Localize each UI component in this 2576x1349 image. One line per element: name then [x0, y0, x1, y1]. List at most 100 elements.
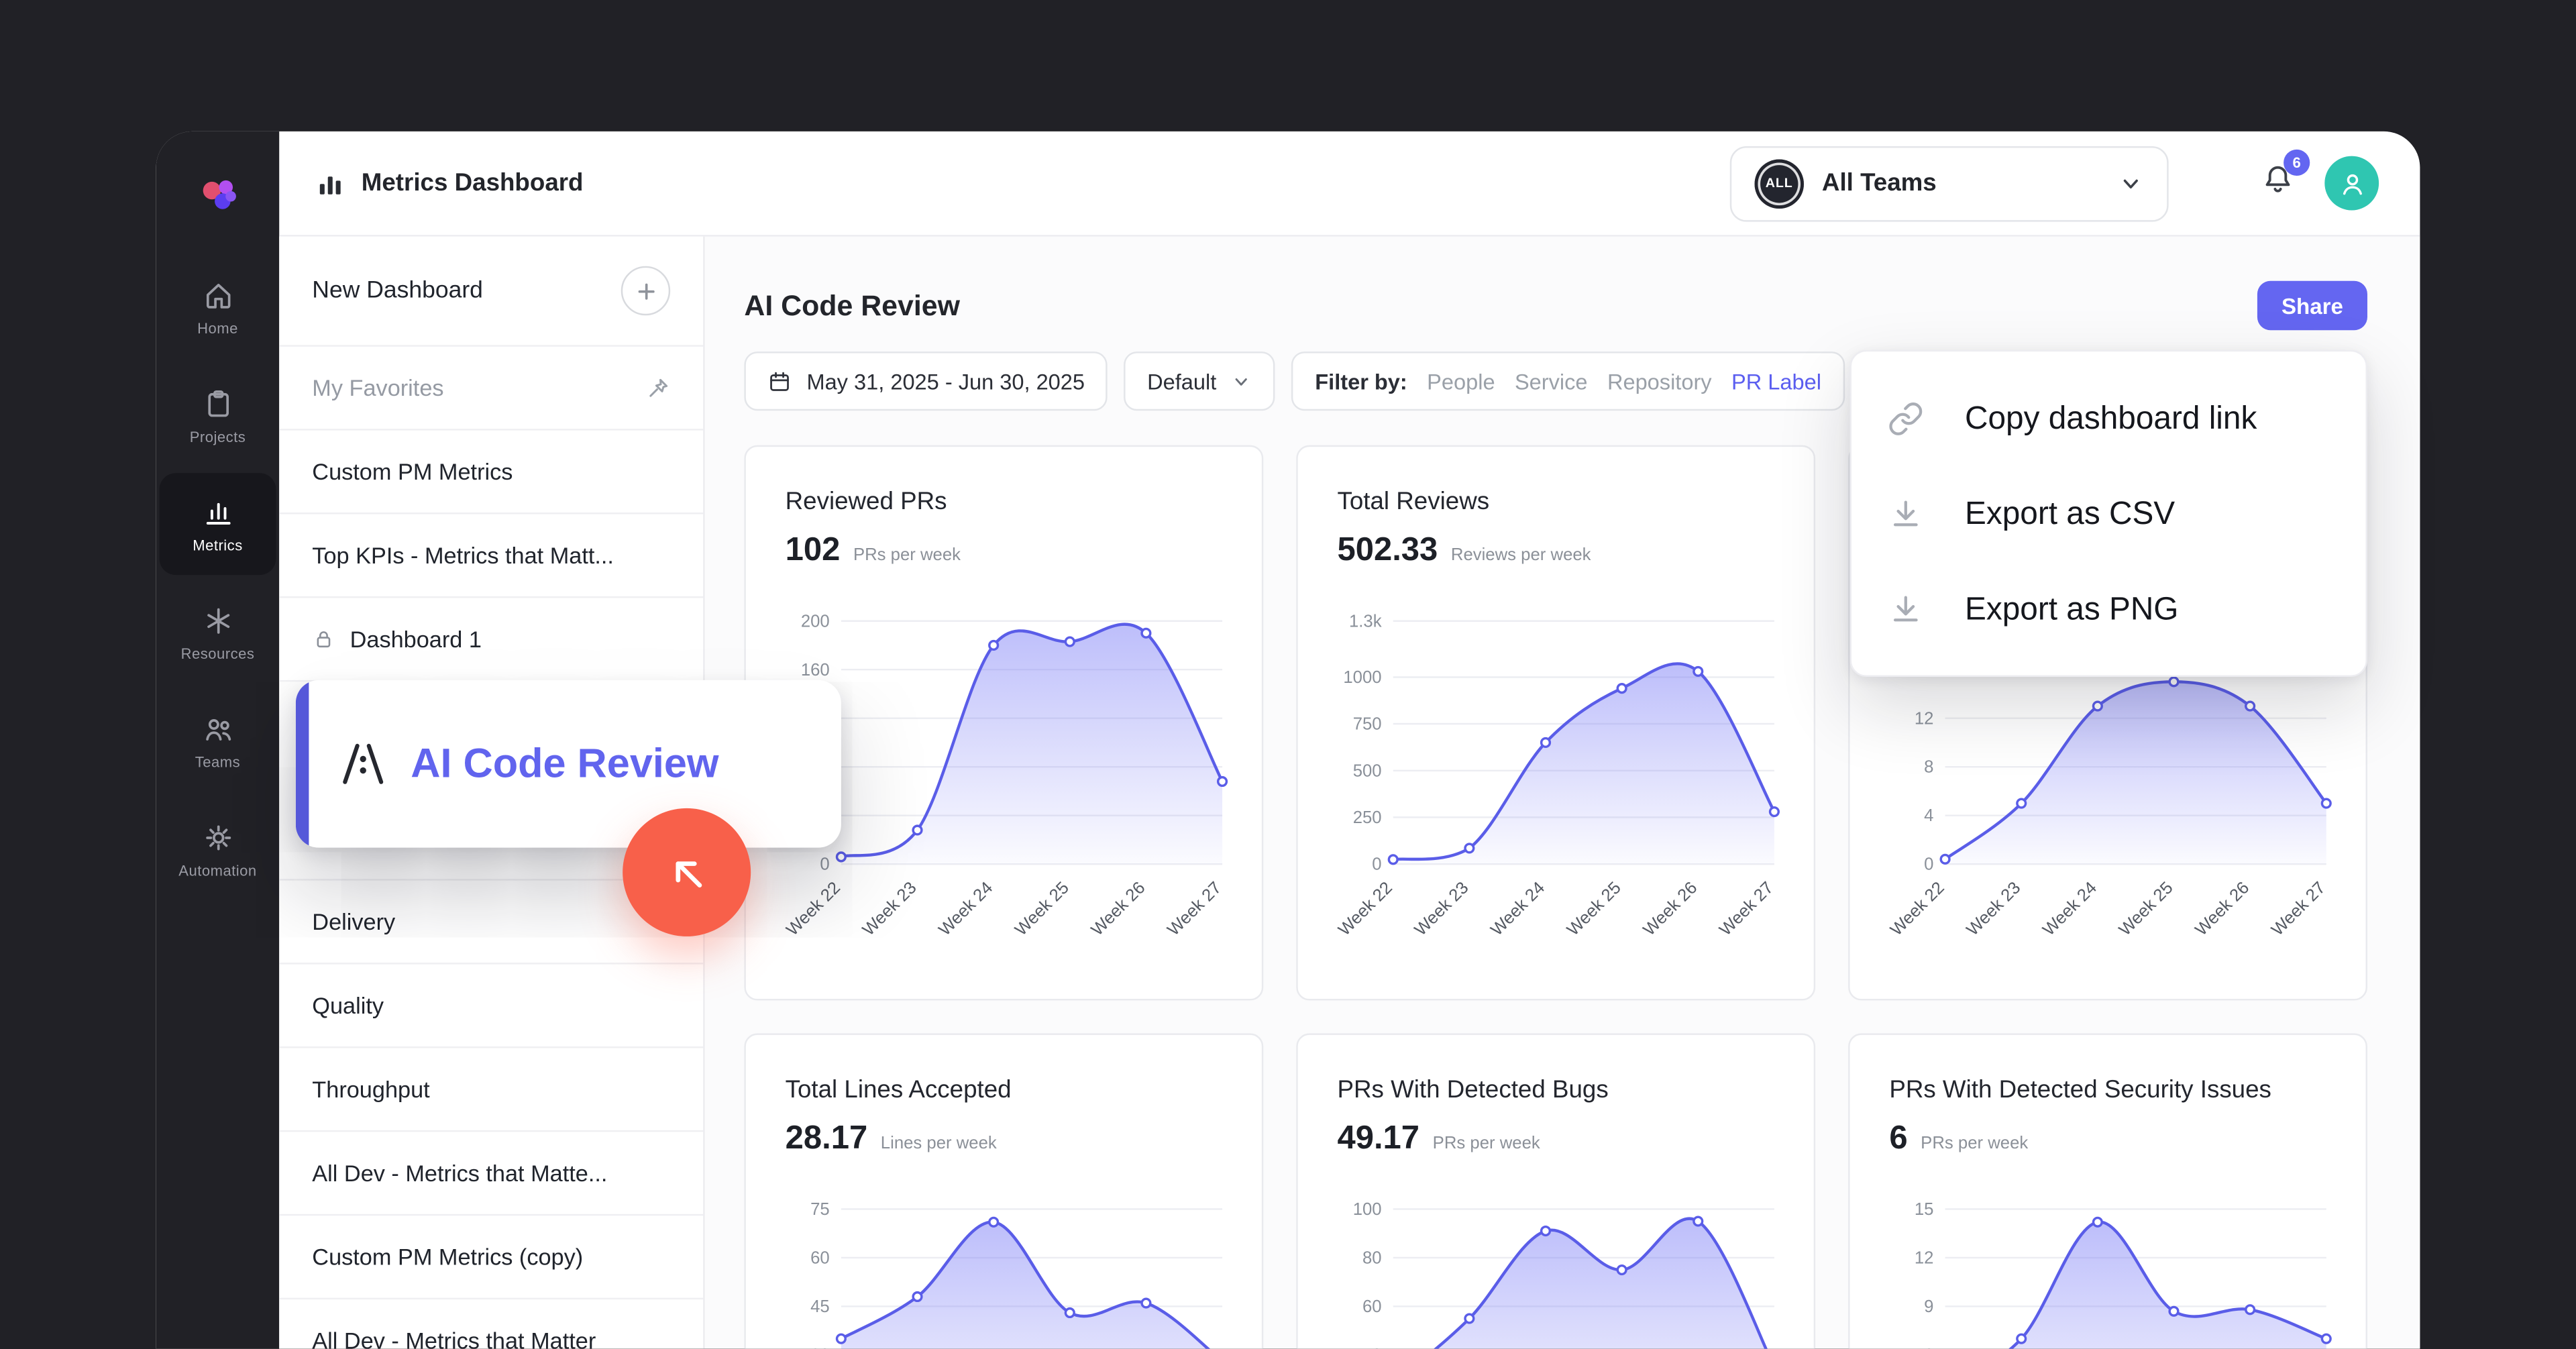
- chart-value: 49.17: [1337, 1120, 1419, 1158]
- ai-code-review-card[interactable]: AI Code Review: [296, 680, 841, 848]
- sidebar-item-label: Metrics: [193, 537, 242, 553]
- sidebar-item-metrics[interactable]: Metrics: [160, 473, 276, 575]
- filter-bar: Filter by: People Service Repository PR …: [1292, 352, 1844, 411]
- svg-text:60: 60: [810, 1249, 830, 1268]
- app-title: Metrics Dashboard: [362, 169, 584, 197]
- chart-title: Reviewed PRs: [786, 486, 1222, 518]
- chart-card-prs-detected-bugs: PRs With Detected Bugs 49.17 PRs per wee…: [1296, 1033, 1815, 1348]
- filter-option-service[interactable]: Service: [1515, 369, 1588, 394]
- svg-text:8: 8: [1924, 758, 1933, 777]
- svg-text:Week 23: Week 23: [859, 878, 920, 939]
- dashboard-item-label: Quality: [312, 992, 384, 1018]
- avatar[interactable]: [2324, 156, 2379, 211]
- sidebar-item-resources[interactable]: Resources: [160, 582, 276, 684]
- new-dashboard-row[interactable]: New Dashboard: [279, 237, 703, 345]
- share-dropdown-menu: Copy dashboard link Export as CSV Export…: [1850, 350, 2367, 677]
- ai-card-label: AI Code Review: [411, 740, 718, 788]
- link-icon: [1888, 401, 1924, 437]
- svg-text:0: 0: [1372, 855, 1381, 874]
- svg-text:Week 26: Week 26: [2192, 878, 2253, 939]
- svg-text:160: 160: [801, 661, 830, 680]
- dashboard-item-label: Dashboard 1: [350, 626, 482, 652]
- pin-icon: [645, 376, 670, 400]
- teams-icon: [201, 712, 234, 745]
- sidebar-item-label: Home: [197, 319, 238, 335]
- screen: Home Projects Metrics Resources: [0, 0, 2576, 1349]
- area-chart-svg: 20016012080400Week 22Week 23Week 24Week …: [786, 604, 1232, 956]
- main-header-row: AI Code Review Share: [744, 281, 2367, 330]
- svg-text:60: 60: [1362, 1297, 1382, 1316]
- menu-item-label: Copy dashboard link: [1965, 400, 2257, 437]
- sidebar-item-automation[interactable]: Automation: [160, 798, 276, 900]
- area-chart-svg: 1.3k10007505002500Week 22Week 23Week 24W…: [1337, 604, 1784, 956]
- notifications-button[interactable]: 6: [2261, 162, 2295, 205]
- dashboard-item[interactable]: Custom PM Metrics: [279, 429, 703, 512]
- filter-by-label: Filter by:: [1315, 369, 1407, 394]
- filter-option-pr-label[interactable]: PR Label: [1731, 369, 1821, 394]
- sidebar-item-home[interactable]: Home: [160, 256, 276, 358]
- app-logo[interactable]: [195, 158, 241, 233]
- chart-title: PRs With Detected Security Issues: [1889, 1075, 2326, 1106]
- chart-value-row: 102 PRs per week: [786, 532, 1222, 572]
- add-dashboard-button[interactable]: [621, 266, 670, 315]
- chart-value: 102: [786, 532, 841, 570]
- dashboard-item[interactable]: All Dev - Metrics that Matte...: [279, 1130, 703, 1214]
- date-range-picker[interactable]: May 31, 2025 - Jun 30, 2025: [744, 352, 1108, 411]
- notification-badge: 6: [2284, 149, 2310, 175]
- chart-value-row: 28.17 Lines per week: [786, 1120, 1222, 1160]
- menu-item-label: Export as CSV: [1965, 495, 2175, 533]
- filter-option-people[interactable]: People: [1427, 369, 1495, 394]
- sidebar-item-label: Projects: [190, 428, 246, 444]
- svg-text:Week 22: Week 22: [1337, 878, 1396, 939]
- pin-toggle[interactable]: [645, 376, 670, 400]
- dashboard-item-label: Delivery: [312, 908, 395, 934]
- dashboard-item[interactable]: Dashboard 1: [279, 596, 703, 680]
- svg-text:45: 45: [810, 1297, 830, 1316]
- svg-text:80: 80: [1362, 1249, 1382, 1268]
- share-button[interactable]: Share: [2257, 281, 2367, 330]
- chart-card-total-lines-accepted: Total Lines Accepted 28.17 Lines per wee…: [744, 1033, 1263, 1348]
- dashboard-item[interactable]: Custom PM Metrics (copy): [279, 1214, 703, 1298]
- svg-text:Week 26: Week 26: [1087, 878, 1148, 939]
- svg-text:9: 9: [1924, 1297, 1933, 1316]
- svg-text:Week 22: Week 22: [786, 878, 845, 939]
- sidebar-item-projects[interactable]: Projects: [160, 365, 276, 467]
- menu-item-export-csv[interactable]: Export as CSV: [1851, 467, 2366, 562]
- chart-value: 28.17: [786, 1120, 868, 1158]
- menu-item-copy-link[interactable]: Copy dashboard link: [1851, 371, 2366, 466]
- area-chart: 20016012080400Week 22Week 23Week 24Week …: [786, 604, 1222, 964]
- team-selector[interactable]: ALL All Teams: [1730, 146, 2169, 221]
- area-chart-svg: 75604530150Week 22Week 23Week 24Week 25W…: [786, 1193, 1232, 1349]
- svg-text:Week 24: Week 24: [1487, 878, 1548, 939]
- chart-value-row: 49.17 PRs per week: [1337, 1120, 1774, 1160]
- favorites-heading: My Favorites: [312, 374, 443, 400]
- svg-text:Week 27: Week 27: [1164, 878, 1225, 939]
- dashboard-item[interactable]: Quality: [279, 963, 703, 1046]
- calendar-icon: [767, 369, 792, 394]
- date-range-label: May 31, 2025 - Jun 30, 2025: [806, 369, 1085, 394]
- dashboard-item[interactable]: Top KPIs - Metrics that Matt...: [279, 512, 703, 596]
- chart-title: PRs With Detected Bugs: [1337, 1075, 1774, 1106]
- dashboard-item[interactable]: All Dev - Metrics that Matter: [279, 1298, 703, 1349]
- chart-unit: PRs per week: [1921, 1134, 2028, 1153]
- filter-option-repository[interactable]: Repository: [1607, 369, 1712, 394]
- dashboard-item-label: Top KPIs - Metrics that Matt...: [312, 542, 614, 568]
- chart-unit: Reviews per week: [1451, 545, 1591, 565]
- area-chart: 15129630Week 22Week 23Week 24Week 25Week…: [1889, 1193, 2326, 1349]
- chart-title: Total Lines Accepted: [786, 1075, 1222, 1106]
- sidebar-item-teams[interactable]: Teams: [160, 690, 276, 792]
- dashboard-item[interactable]: Throughput: [279, 1046, 703, 1130]
- chart-card-total-reviews: Total Reviews 502.33 Reviews per week 1.…: [1296, 445, 1815, 1001]
- lock-icon: [312, 628, 335, 651]
- chart-unit: PRs per week: [853, 545, 961, 565]
- svg-text:Week 25: Week 25: [1012, 878, 1073, 939]
- menu-item-export-png[interactable]: Export as PNG: [1851, 562, 2366, 657]
- svg-text:500: 500: [1353, 761, 1382, 780]
- area-chart: 100806040200Week 22Week 23Week 24Week 25…: [1337, 1193, 1774, 1349]
- sidebar-item-label: Resources: [181, 645, 255, 661]
- area-chart-svg: 15129630Week 22Week 23Week 24Week 25Week…: [1889, 1193, 2336, 1349]
- svg-text:0: 0: [1924, 855, 1933, 874]
- svg-text:12: 12: [1915, 1249, 1934, 1268]
- svg-text:75: 75: [810, 1200, 830, 1219]
- view-select[interactable]: Default: [1124, 352, 1276, 411]
